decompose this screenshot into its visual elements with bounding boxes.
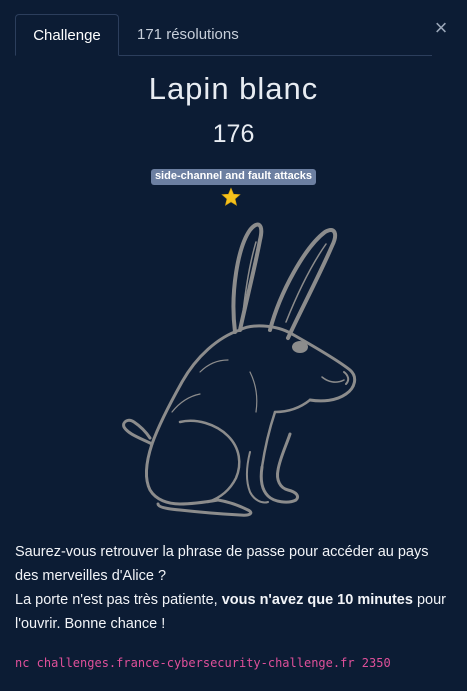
connection-command[interactable]: nc challenges.france-cybersecurity-chall… [15,656,391,670]
description-time-limit: vous n'avez que 10 minutes [221,592,413,608]
category-badge: side-channel and fault attacks [150,169,317,185]
description-line-2: La porte n'est pas très patiente, vous n… [15,588,455,636]
close-icon[interactable]: × [431,16,451,40]
tab-solves[interactable]: 171 résolutions [121,14,255,55]
tab-challenge[interactable]: Challenge [15,14,119,56]
challenge-points: 176 [212,120,255,148]
challenge-description: Saurez-vous retrouver la phrase de passe… [15,540,455,636]
challenge-title: Lapin blanc [148,71,319,106]
challenge-modal: Challenge 171 résolutions × Lapin blanc … [0,0,467,691]
description-line-1: Saurez-vous retrouver la phrase de passe… [15,544,429,584]
category-badge-wrap: side-channel and fault attacks [0,166,467,185]
star-icon [221,187,241,206]
tab-bar: Challenge 171 résolutions [15,14,432,56]
white-rabbit-illustration [122,222,357,517]
description-line-2-start: La porte n'est pas très patiente, [15,592,222,608]
